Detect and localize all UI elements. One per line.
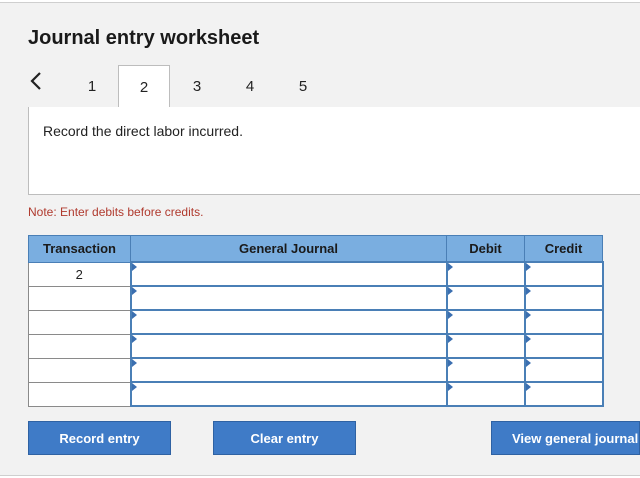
general-journal-field[interactable] [129,261,448,287]
tab-5[interactable]: 5 [277,65,329,107]
triangle-right-icon [447,263,453,271]
transaction-cell: 2 [28,261,131,287]
tab-4[interactable]: 4 [224,65,276,107]
tab-1[interactable]: 1 [66,65,118,107]
triangle-right-icon [131,383,137,391]
credit-field[interactable] [523,333,604,359]
table-row: 2 [28,261,604,287]
transaction-cell [28,309,131,335]
note-text: Note: Enter debits before credits. [28,205,204,219]
general-journal-field[interactable] [129,285,448,311]
triangle-right-icon [525,383,531,391]
triangle-right-icon [525,263,531,271]
journal-table: Transaction General Journal Debit Credit… [28,235,604,407]
worksheet-panel: Journal entry worksheet 1 2 3 4 5 Record… [0,2,640,476]
page-title: Journal entry worksheet [28,27,260,49]
prompt-box: Record the direct labor incurred. [28,107,640,195]
transaction-cell [28,381,131,407]
triangle-right-icon [447,335,453,343]
credit-field[interactable] [523,357,604,383]
table-row [28,309,604,335]
credit-field[interactable] [523,285,604,311]
triangle-right-icon [131,311,137,319]
debit-field[interactable] [445,333,526,359]
debit-field[interactable] [445,309,526,335]
previous-tab-button[interactable] [28,69,48,93]
col-header-debit: Debit [446,235,525,263]
tab-2[interactable]: 2 [118,65,170,109]
triangle-right-icon [447,287,453,295]
prompt-text: Record the direct labor incurred. [43,123,243,139]
transaction-cell [28,357,131,383]
triangle-right-icon [447,383,453,391]
triangle-right-icon [525,335,531,343]
table-row [28,357,604,383]
general-journal-field[interactable] [129,333,448,359]
view-general-journal-button[interactable]: View general journal [491,421,640,455]
triangle-right-icon [131,335,137,343]
debit-field[interactable] [445,285,526,311]
debit-field[interactable] [445,381,526,407]
triangle-right-icon [447,311,453,319]
tab-3[interactable]: 3 [171,65,223,107]
triangle-right-icon [447,359,453,367]
debit-field[interactable] [445,261,526,287]
credit-field[interactable] [523,309,604,335]
clear-entry-button[interactable]: Clear entry [213,421,356,455]
col-header-credit: Credit [524,235,603,263]
general-journal-field[interactable] [129,357,448,383]
triangle-right-icon [525,287,531,295]
debit-field[interactable] [445,357,526,383]
table-row [28,285,604,311]
credit-field[interactable] [523,261,604,287]
triangle-right-icon [131,287,137,295]
chevron-left-icon [30,72,41,90]
general-journal-field[interactable] [129,309,448,335]
credit-field[interactable] [523,381,604,407]
triangle-right-icon [131,359,137,367]
triangle-right-icon [131,263,137,271]
transaction-cell [28,285,131,311]
table-row [28,381,604,407]
col-header-general-journal: General Journal [130,235,447,263]
general-journal-field[interactable] [129,381,448,407]
transaction-cell [28,333,131,359]
col-header-transaction: Transaction [28,235,131,263]
triangle-right-icon [525,311,531,319]
triangle-right-icon [525,359,531,367]
table-header-row: Transaction General Journal Debit Credit [28,235,603,263]
record-entry-button[interactable]: Record entry [28,421,171,455]
table-row [28,333,604,359]
